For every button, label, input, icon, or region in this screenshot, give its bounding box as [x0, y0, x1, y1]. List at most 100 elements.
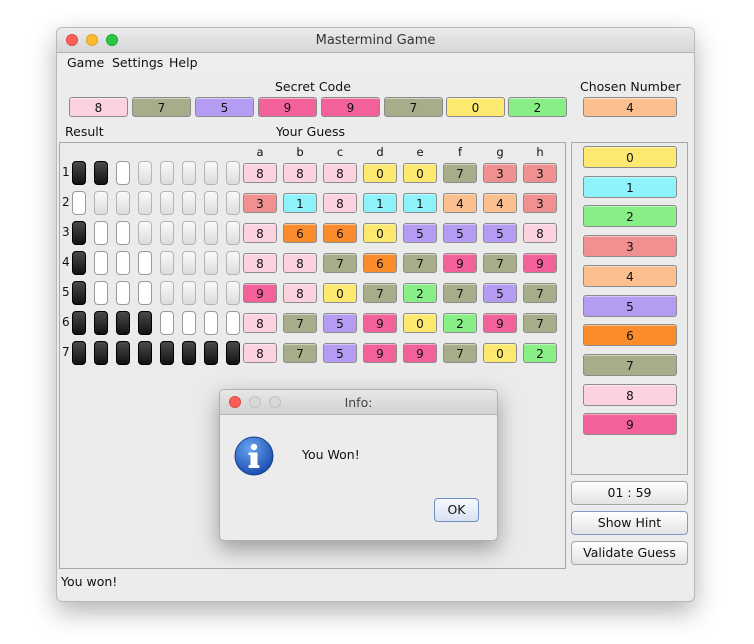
guess-cell[interactable]: 6 [283, 223, 317, 243]
guess-cell[interactable]: 7 [283, 343, 317, 363]
result-peg-empty [182, 221, 196, 245]
guess-cell[interactable]: 9 [483, 313, 517, 333]
guess-cell[interactable]: 4 [483, 193, 517, 213]
guess-cell[interactable]: 2 [403, 283, 437, 303]
result-peg-empty [138, 161, 152, 185]
guess-cell[interactable]: 8 [283, 163, 317, 183]
guess-cell[interactable]: 8 [243, 163, 277, 183]
guess-cell[interactable]: 8 [243, 223, 277, 243]
guess-cell[interactable]: 5 [483, 283, 517, 303]
guess-cell[interactable]: 8 [323, 163, 357, 183]
guess-cell[interactable]: 9 [363, 313, 397, 333]
guess-cell[interactable]: 1 [283, 193, 317, 213]
guess-cell[interactable]: 9 [403, 343, 437, 363]
palette-number-6[interactable]: 6 [583, 324, 677, 347]
show-hint-button[interactable]: Show Hint [571, 511, 688, 535]
guess-cell[interactable]: 9 [243, 283, 277, 303]
guess-cell[interactable]: 2 [523, 343, 557, 363]
guess-cell[interactable]: 0 [403, 163, 437, 183]
guess-cell[interactable]: 7 [523, 283, 557, 303]
menu-game[interactable]: Game [67, 55, 104, 70]
guess-cell[interactable]: 7 [283, 313, 317, 333]
guess-cell[interactable]: 7 [443, 163, 477, 183]
guess-cell[interactable]: 8 [243, 343, 277, 363]
guess-cell[interactable]: 3 [523, 163, 557, 183]
guess-cell[interactable]: 5 [323, 343, 357, 363]
guess-cell[interactable]: 7 [443, 343, 477, 363]
guess-cell[interactable]: 8 [523, 223, 557, 243]
palette-number-8[interactable]: 8 [583, 383, 677, 406]
your-guess-label: Your Guess [276, 124, 345, 139]
palette-number-9[interactable]: 9 [583, 413, 677, 436]
row-number: 1 [62, 165, 70, 179]
guess-cell[interactable]: 1 [403, 193, 437, 213]
row-number: 2 [62, 195, 70, 209]
guess-cell[interactable]: 7 [403, 253, 437, 273]
guess-cell[interactable]: 7 [323, 253, 357, 273]
guess-cell[interactable]: 9 [523, 253, 557, 273]
palette-number-5[interactable]: 5 [583, 294, 677, 317]
row-number: 3 [62, 225, 70, 239]
dialog-title: Info: [344, 395, 373, 410]
palette-number-2[interactable]: 2 [583, 205, 677, 228]
palette-number-3[interactable]: 3 [583, 235, 677, 258]
result-peg-white [138, 281, 152, 305]
guess-cell[interactable]: 0 [363, 163, 397, 183]
guess-cell[interactable]: 3 [243, 193, 277, 213]
guess-cell[interactable]: 6 [323, 223, 357, 243]
guess-cell[interactable]: 9 [363, 343, 397, 363]
result-peg-empty [204, 191, 218, 215]
guess-cell[interactable]: 0 [323, 283, 357, 303]
guess-cell[interactable]: 5 [403, 223, 437, 243]
column-header-a: a [256, 145, 264, 159]
result-peg-empty [226, 281, 240, 305]
guess-cell[interactable]: 7 [523, 313, 557, 333]
palette-number-7[interactable]: 7 [583, 353, 677, 376]
secret-code-cell: 5 [195, 97, 254, 117]
guess-cell[interactable]: 3 [523, 193, 557, 213]
guess-cell[interactable]: 5 [323, 313, 357, 333]
menu-help[interactable]: Help [169, 55, 198, 70]
guess-cell[interactable]: 8 [283, 253, 317, 273]
palette-number-0[interactable]: 0 [583, 146, 677, 168]
result-peg-empty [204, 251, 218, 275]
guess-cell[interactable]: 8 [323, 193, 357, 213]
guess-cell[interactable]: 5 [483, 223, 517, 243]
guess-cell[interactable]: 6 [363, 253, 397, 273]
validate-guess-button[interactable]: Validate Guess [571, 541, 688, 565]
palette-number-1[interactable]: 1 [583, 175, 677, 198]
dialog-title-bar[interactable]: Info: [220, 390, 497, 415]
guess-cell[interactable]: 0 [403, 313, 437, 333]
chosen-number-label: Chosen Number [580, 79, 681, 94]
title-bar[interactable]: Mastermind Game [57, 28, 694, 53]
result-peg-white [116, 281, 130, 305]
result-peg-empty [116, 191, 130, 215]
palette-number-4[interactable]: 4 [583, 264, 677, 287]
result-peg-black [160, 341, 174, 365]
secret-code-cell: 7 [384, 97, 443, 117]
ok-button[interactable]: OK [434, 498, 479, 522]
guess-cell[interactable]: 8 [243, 253, 277, 273]
result-peg-empty [160, 281, 174, 305]
guess-cell[interactable]: 1 [363, 193, 397, 213]
guess-cell[interactable]: 7 [443, 283, 477, 303]
result-peg-empty [160, 251, 174, 275]
result-peg-black [72, 281, 86, 305]
guess-cell[interactable]: 5 [443, 223, 477, 243]
secret-code-label: Secret Code [275, 79, 351, 94]
guess-cell[interactable]: 0 [483, 343, 517, 363]
column-header-h: h [536, 145, 544, 159]
guess-cell[interactable]: 9 [443, 253, 477, 273]
guess-cell[interactable]: 0 [363, 223, 397, 243]
guess-cell[interactable]: 7 [363, 283, 397, 303]
menu-settings[interactable]: Settings [112, 55, 163, 70]
guess-cell[interactable]: 8 [243, 313, 277, 333]
result-peg-black [94, 161, 108, 185]
timer-display: 01 : 59 [571, 481, 688, 505]
result-peg-empty [226, 221, 240, 245]
guess-cell[interactable]: 4 [443, 193, 477, 213]
guess-cell[interactable]: 8 [283, 283, 317, 303]
guess-cell[interactable]: 3 [483, 163, 517, 183]
guess-cell[interactable]: 7 [483, 253, 517, 273]
guess-cell[interactable]: 2 [443, 313, 477, 333]
